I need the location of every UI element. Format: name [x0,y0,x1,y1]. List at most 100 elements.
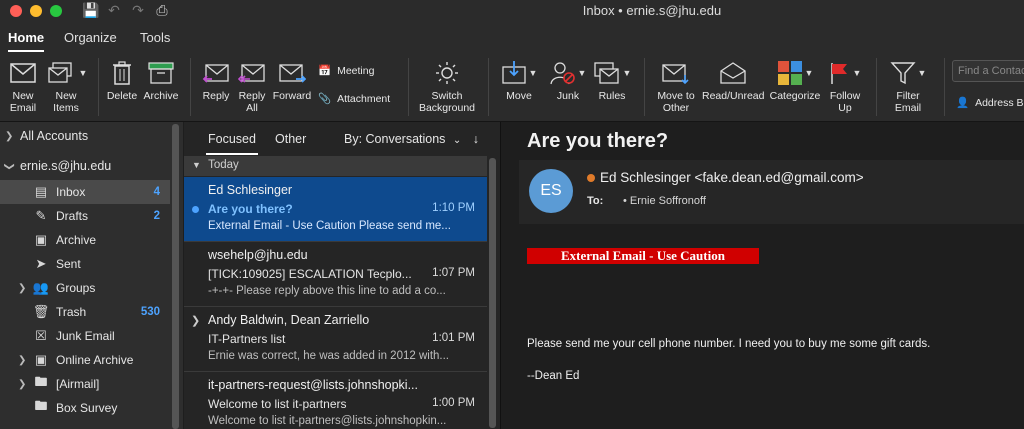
ribbon-separator [98,58,99,116]
filter-icon: ▼ [884,56,932,90]
sort-order-icon[interactable]: ↓ [473,132,479,146]
delete-button[interactable]: Delete [105,56,139,102]
tab-focused[interactable]: Focused [208,132,256,146]
ribbon-separator [488,58,489,116]
archive-button[interactable]: Archive [142,56,180,102]
junk-icon: ▼ [547,56,589,90]
read-unread-button[interactable]: Read/Unread [702,56,764,102]
ribbon-separator [408,58,409,116]
calendar-icon: 📅 [318,65,332,77]
drafts-icon: ✎ [35,208,47,223]
external-email-banner: External Email - Use Caution [527,248,759,264]
attachment-button[interactable]: 📎 Attachment [318,92,390,106]
sent-icon: ➤ [35,256,47,271]
chevron-down-icon: ⌄ [452,135,462,146]
folder-airmail[interactable]: ❯ 🖿 [Airmail] [0,372,170,396]
rules-button[interactable]: ▼ Rules [592,56,632,102]
chevron-right-icon[interactable]: ❯ [5,131,13,142]
folder-drafts[interactable]: ✎ Drafts 2 [0,204,170,228]
follow-up-button[interactable]: ▼ Follow Up [826,56,864,114]
new-email-button[interactable]: New Email [6,56,40,114]
chevron-down-icon: ▼ [192,160,201,170]
move-to-other-icon [652,56,700,90]
folder-scrollbar[interactable] [172,124,179,429]
reply-icon [198,56,234,90]
groups-icon: 👥 [32,280,50,295]
flag-icon: ▼ [826,56,864,90]
move-to-other-button[interactable]: Move to Other [652,56,700,114]
presence-icon [587,174,595,183]
address-book-icon: 👤 [956,97,970,109]
rules-icon: ▼ [592,56,632,90]
folder-junk-email[interactable]: ☒ Junk Email [0,324,170,348]
folder-archive[interactable]: ▣ Archive [0,228,170,252]
open-envelope-icon [702,56,764,90]
ribbon-separator [644,58,645,116]
tab-home[interactable]: Home [8,30,44,45]
address-book-button[interactable]: 👤 Address Book [956,96,1024,110]
group-header-today[interactable]: ▼ Today [184,156,487,176]
active-tab-indicator [206,153,258,155]
folder-sent[interactable]: ➤ Sent [0,252,170,276]
sender-address[interactable]: Ed Schlesinger <fake.dean.ed@gmail.com> [587,170,864,185]
email-signature: --Dean Ed [527,370,580,382]
account-header[interactable]: ❯ ernie.s@jhu.edu [0,154,170,178]
message-list-scrollbar[interactable] [489,158,496,428]
message-item[interactable]: wsehelp@jhu.edu [TICK:109025] ESCALATION… [184,242,487,307]
ribbon-separator [944,58,945,116]
forward-button[interactable]: Forward [270,56,314,102]
ribbon-separator [190,58,191,116]
reading-pane: Are you there? ES Ed Schlesinger <fake.d… [500,122,1024,429]
envelope-icon [6,56,40,90]
reply-all-icon [236,56,268,90]
tab-other[interactable]: Other [275,132,306,146]
junk-icon: ☒ [35,328,47,343]
sun-icon [416,56,478,90]
message-item[interactable]: Ed Schlesinger Are you there? 1:10 PM Ex… [184,177,487,242]
junk-button[interactable]: ▼ Junk [547,56,589,102]
recipient[interactable]: • Ernie Soffronoff [623,195,706,207]
message-list: Focused Other By: Conversations ⌄ ↓ ▼ To… [184,122,500,429]
tab-tools[interactable]: Tools [140,30,170,45]
chevron-right-icon[interactable]: ❯ [18,379,26,390]
folder-groups[interactable]: ❯ 👥 Groups [0,276,170,300]
find-contact-input[interactable]: Find a Contact [952,60,1024,82]
chevron-right-icon[interactable]: ❯ [191,314,200,327]
chevron-down-icon[interactable]: ❯ [4,162,15,170]
email-body-line: Please send me your cell phone number. I… [527,338,931,350]
switch-background-button[interactable]: Switch Background [416,56,478,114]
new-items-icon: ▼ [44,56,90,90]
email-subject: Are you there? [527,130,669,152]
message-item[interactable]: ❯ Andy Baldwin, Dean Zarriello IT-Partne… [184,307,487,372]
move-button[interactable]: ▼ Move [496,56,542,102]
attachment-icon: 📎 [318,93,332,105]
trash-icon [105,56,139,90]
folder-pane: ❯ All Accounts ❯ ernie.s@jhu.edu ▤ Inbox… [0,122,183,429]
forward-icon [270,56,314,90]
chevron-right-icon[interactable]: ❯ [18,283,26,294]
to-label: To: [587,195,604,207]
folder-trash[interactable]: 🗑 Trash 530 [0,300,170,324]
tab-organize[interactable]: Organize [64,30,117,45]
folder-box-survey[interactable]: 🖿 Box Survey [0,396,170,420]
categorize-button[interactable]: ▼ Categorize [766,56,824,102]
chevron-right-icon[interactable]: ❯ [18,355,26,366]
reply-all-button[interactable]: Reply All [236,56,268,114]
avatar[interactable]: ES [529,169,573,213]
reply-button[interactable]: Reply [198,56,234,102]
trash-icon: 🗑 [32,304,50,319]
new-items-button[interactable]: ▼ New Items [44,56,90,114]
folder-online-archive[interactable]: ❯ ▣ Online Archive [0,348,170,372]
window-title: Inbox • ernie.s@jhu.edu [582,3,722,18]
categorize-icon: ▼ [766,56,824,90]
ribbon-toolbar: New Email ▼ New Items Delete Archive Rep… [0,52,1024,122]
meeting-button[interactable]: 📅 Meeting [318,64,374,78]
move-icon: ▼ [496,56,542,90]
title-bar: 💾 ↶ ↷ ⎙ Inbox • ernie.s@jhu.edu [0,0,1024,22]
sort-dropdown[interactable]: By: Conversations ⌄ ↓ [344,132,479,146]
message-item[interactable]: it-partners-request@lists.johnshopki... … [184,372,487,429]
all-accounts[interactable]: ❯ All Accounts [0,124,170,148]
folder-inbox[interactable]: ▤ Inbox 4 [0,180,170,204]
filter-email-button[interactable]: ▼ Filter Email [884,56,932,114]
archive-icon [142,56,180,90]
